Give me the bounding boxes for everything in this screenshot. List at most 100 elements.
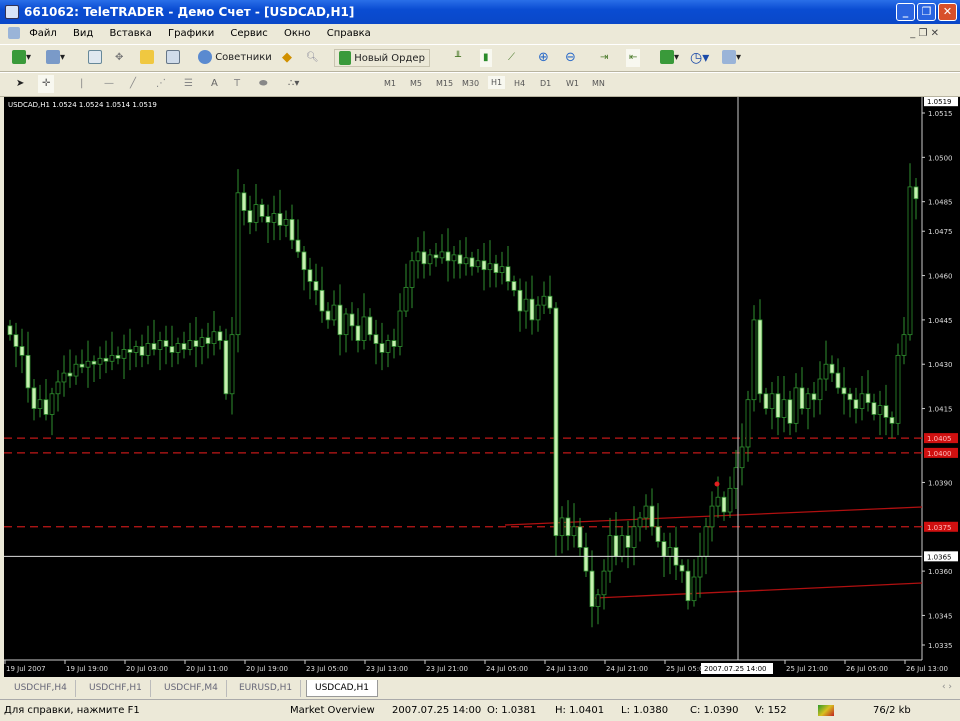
close-button[interactable]: ✕ — [938, 3, 957, 21]
price-label: 1.0460 — [928, 273, 953, 281]
candle-body — [283, 219, 289, 226]
channel-icon[interactable]: ☰ — [184, 75, 193, 93]
chart-area[interactable]: 1.0515 1.0500 1.0485 1.0475 1.0460 1.0445 1.04… — [4, 96, 960, 677]
candle-body — [487, 263, 493, 271]
candle-body — [127, 349, 133, 353]
menu-charts[interactable]: Графики — [168, 28, 214, 39]
menu-file[interactable]: Файл — [29, 28, 57, 39]
periods-clock-icon[interactable]: ◷▾ — [690, 49, 709, 67]
bar-chart-icon[interactable]: ╨ — [455, 49, 461, 67]
candle-body — [55, 381, 61, 395]
chart-shift-icon[interactable]: ⇤ — [626, 49, 641, 67]
connection-status-icon[interactable] — [818, 705, 834, 716]
favorites-button[interactable] — [140, 49, 154, 67]
tab-usdcad-h1[interactable]: USDCAD,H1 — [306, 680, 378, 697]
candle-body — [541, 295, 547, 306]
menu-help[interactable]: Справка — [327, 28, 371, 39]
tab-eurusd-h1[interactable]: EURUSD,H1 — [231, 680, 302, 697]
candle-body — [721, 496, 727, 513]
line-chart-icon[interactable]: ⟋ — [508, 49, 515, 67]
candlestick-chart-icon[interactable]: ▮ — [480, 49, 492, 67]
minimize-button[interactable]: _ — [896, 3, 915, 21]
price-label: 1.0415 — [928, 406, 953, 414]
status-volume: V: 152 — [755, 705, 787, 716]
status-high: H: 1.0401 — [555, 705, 605, 716]
candle-body — [481, 260, 487, 271]
timeframe-m1[interactable]: M1 — [384, 79, 396, 88]
tab-usdchf-m4[interactable]: USDCHF,M4 — [156, 680, 227, 697]
navigator-icon[interactable]: ✥ — [115, 49, 123, 67]
crosshair-icon[interactable]: ✛ — [38, 75, 55, 93]
status-open: O: 1.0381 — [487, 705, 537, 716]
tab-usdchf-h1[interactable]: USDCHF,H1 — [81, 680, 151, 697]
candle-body — [409, 260, 415, 288]
menu-insert[interactable]: Вставка — [109, 28, 151, 39]
candle-body — [913, 186, 919, 200]
ellipse-icon[interactable]: ⬬ — [259, 75, 268, 93]
trendline-icon[interactable]: ╱ — [130, 75, 136, 93]
candle-body — [451, 254, 457, 262]
candle-body — [847, 393, 853, 401]
timeframe-m5[interactable]: M5 — [410, 79, 422, 88]
text-tool-icon[interactable]: A — [211, 75, 218, 93]
indicators-button[interactable]: ▾ — [660, 49, 679, 67]
candle-body — [649, 505, 655, 528]
candle-body — [403, 286, 409, 312]
search-icon[interactable]: 🔍︎ — [306, 49, 319, 67]
crosshair-time-label: 2007.07.25 14:00 — [704, 665, 766, 673]
autoscroll-icon[interactable]: ⇥ — [600, 49, 608, 67]
profiles-button[interactable]: ▾ — [46, 49, 65, 67]
candle-body — [163, 340, 169, 347]
market-watch-button[interactable] — [88, 49, 102, 67]
candle-body — [829, 363, 835, 374]
timeframe-m30[interactable]: M30 — [462, 79, 479, 88]
mdi-controls[interactable]: _ ❐ ✕ — [910, 24, 939, 44]
horizontal-line-icon[interactable]: — — [104, 75, 114, 93]
candle-body — [769, 393, 775, 409]
timeframe-d1[interactable]: D1 — [540, 79, 551, 88]
candle-body — [25, 354, 31, 389]
arrows-dropdown-icon[interactable]: ∴▾ — [288, 75, 299, 93]
candlestick-chart[interactable]: 1.0515 1.0500 1.0485 1.0475 1.0460 1.0445 1.04… — [4, 96, 960, 677]
vertical-line-icon[interactable]: | — [80, 75, 83, 93]
new-chart-button[interactable]: ▾ — [12, 49, 31, 67]
candle-body — [271, 213, 277, 223]
candle-body — [865, 393, 871, 404]
timeframe-h4[interactable]: H4 — [514, 79, 525, 88]
candle-body — [817, 378, 823, 401]
status-close: C: 1.0390 — [690, 705, 739, 716]
timeframe-mn[interactable]: MN — [592, 79, 605, 88]
candle-body — [907, 186, 913, 336]
text-label-icon[interactable]: T — [234, 75, 240, 93]
timeframe-h1[interactable]: H1 — [488, 76, 506, 89]
candle-body — [763, 393, 769, 409]
candle-body — [853, 399, 859, 409]
timeframe-w1[interactable]: W1 — [566, 79, 579, 88]
tab-scroll-arrows[interactable]: ‹ › — [942, 682, 952, 692]
candle-body — [823, 363, 829, 380]
cursor-icon[interactable]: ➤ — [16, 75, 24, 93]
candle-body — [895, 354, 901, 424]
new-order-button[interactable]: Новый Ордер — [334, 49, 430, 67]
price-label: 1.0500 — [928, 154, 953, 162]
terminal-button[interactable] — [166, 49, 180, 67]
tab-usdchf-h4[interactable]: USDCHF,H4 — [6, 680, 76, 697]
candle-body — [19, 346, 25, 356]
zoom-out-icon[interactable]: ⊖ — [565, 49, 576, 67]
candle-body — [31, 387, 37, 409]
zoom-in-icon[interactable]: ⊕ — [538, 49, 549, 67]
expert-advisors-button[interactable]: Советники — [198, 49, 272, 67]
candle-body — [169, 346, 175, 353]
templates-button[interactable]: ▾ — [722, 49, 741, 67]
price-axis — [922, 97, 960, 677]
title-bar: 661062: TeleTRADER - Демо Счет - [USDCAD… — [0, 0, 960, 24]
candle-body — [43, 399, 49, 415]
menu-view[interactable]: Вид — [73, 28, 93, 39]
candle-body — [691, 576, 697, 602]
timeframe-m15[interactable]: M15 — [436, 79, 453, 88]
menu-tools[interactable]: Сервис — [230, 28, 267, 39]
fibonacci-icon[interactable]: ⋰ — [156, 75, 166, 93]
menu-window[interactable]: Окно — [284, 28, 311, 39]
maximize-button[interactable]: ❐ — [917, 3, 936, 21]
alert-diamond-icon[interactable]: ◆ — [282, 49, 292, 67]
